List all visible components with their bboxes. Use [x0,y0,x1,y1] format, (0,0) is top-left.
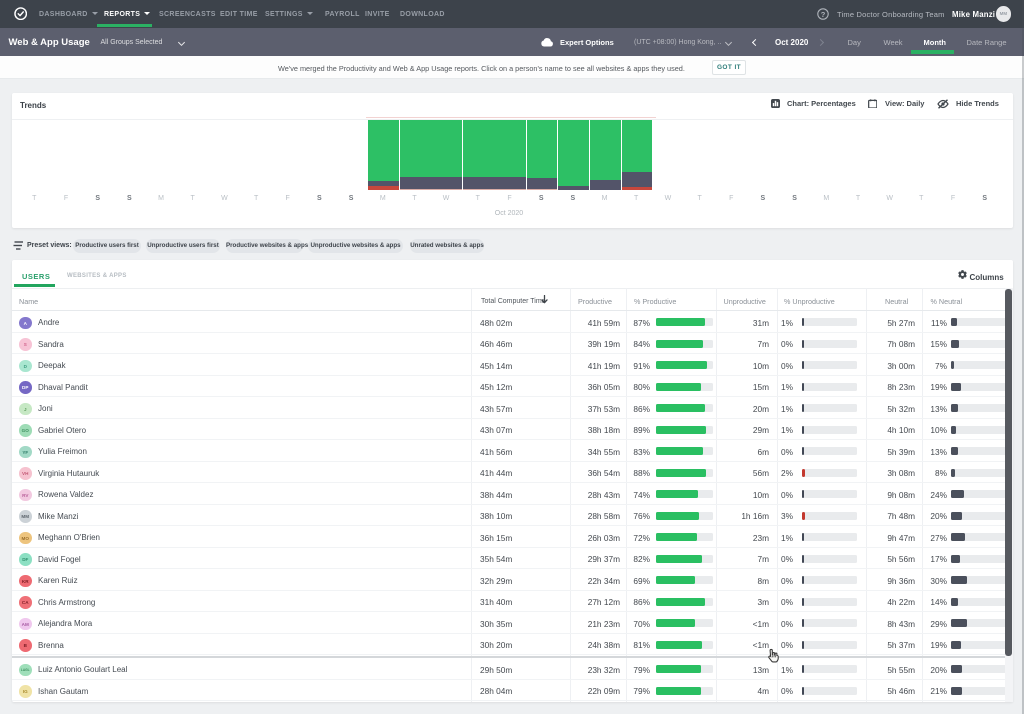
svg-text:?: ? [821,9,826,18]
